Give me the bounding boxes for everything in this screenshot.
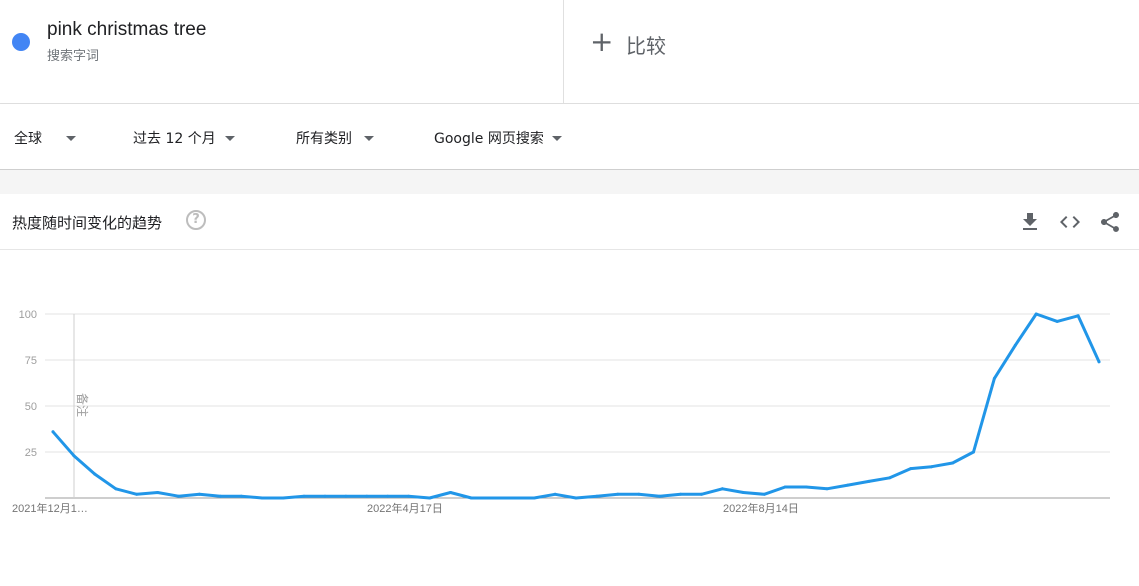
region-filter-label: 全球 (14, 131, 42, 147)
time-filter[interactable]: 过去 12 个月 (133, 128, 235, 148)
filter-bar: 全球 过去 12 个月 所有类别 Google 网页搜索 (0, 104, 1139, 170)
help-icon[interactable]: ? (186, 210, 206, 230)
compare-button[interactable]: + 比较 (564, 0, 1139, 104)
data-point (281, 496, 285, 500)
data-point (846, 483, 850, 487)
data-point (365, 494, 369, 498)
data-point (177, 494, 180, 498)
x-tick-label: 2021年12月1… (12, 501, 88, 515)
data-point (867, 479, 871, 483)
data-point (239, 494, 243, 498)
section-gap (0, 170, 1139, 194)
download-icon[interactable] (1018, 210, 1042, 234)
chevron-down-icon (224, 135, 235, 141)
property-filter-label: Google 网页搜索 (434, 131, 544, 147)
data-point (532, 496, 536, 500)
data-point (51, 430, 55, 434)
data-point (156, 491, 160, 494)
data-point (1076, 314, 1080, 318)
term-color-dot (12, 33, 30, 51)
region-filter[interactable]: 全球 (14, 128, 76, 148)
data-point (1055, 319, 1059, 323)
data-point (909, 467, 913, 471)
y-tick-label: 75 (25, 355, 37, 367)
data-point (407, 494, 411, 498)
y-tick-label: 50 (25, 401, 37, 413)
card-title: 热度随时间变化的趋势 (12, 214, 163, 232)
data-point (218, 494, 222, 498)
data-point (616, 492, 620, 496)
data-point (595, 494, 599, 498)
time-filter-label: 过去 12 个月 (133, 131, 216, 147)
data-point (930, 465, 934, 469)
data-point (93, 472, 97, 476)
data-point (762, 492, 766, 496)
data-point (1013, 343, 1017, 347)
data-point (469, 496, 473, 500)
interest-line-chart: 25 50 75 100 备注 2021年12月1… 2022年4月17日 2022年8月14… (12, 309, 1110, 515)
x-tick-label: 2022年8月14日 (723, 501, 799, 515)
compare-label: 比较 (626, 34, 666, 58)
x-tick-label: 2022年4月17日 (367, 501, 443, 515)
data-point (658, 494, 662, 498)
search-term-type: 搜索字词 (47, 49, 100, 64)
data-point (490, 496, 494, 500)
data-point (323, 494, 327, 498)
chevron-down-icon (364, 135, 374, 141)
data-point (428, 496, 432, 500)
data-point (804, 485, 808, 489)
data-point (1097, 360, 1101, 364)
chevron-down-icon (551, 135, 562, 141)
data-point (197, 492, 201, 496)
data-point (386, 494, 390, 498)
data-point (511, 496, 515, 500)
data-point (135, 492, 139, 496)
y-tick-label: 25 (25, 447, 37, 459)
category-filter[interactable]: 所有类别 (296, 128, 374, 148)
data-point (260, 496, 264, 500)
category-filter-label: 所有类别 (296, 131, 352, 147)
data-point (344, 494, 348, 498)
data-point (783, 485, 787, 489)
share-icon[interactable] (1098, 210, 1122, 234)
data-point (679, 492, 683, 496)
search-term-card[interactable]: pink christmas tree 搜索字词 (0, 0, 564, 104)
embed-code-icon[interactable] (1058, 210, 1082, 234)
interest-over-time-card: 热度随时间变化的趋势 ? 25 50 75 100 备注 2021年12月1… 2022年4… (0, 194, 1139, 580)
data-point (741, 491, 745, 494)
data-point (700, 492, 703, 496)
property-filter[interactable]: Google 网页搜索 (434, 128, 562, 148)
data-point (720, 487, 724, 491)
search-term-bar: pink christmas tree 搜索字词 + 比较 (0, 0, 1139, 104)
y-tick-label: 100 (19, 309, 37, 321)
note-marker-label: 备注 (75, 393, 90, 417)
search-term-name[interactable]: pink christmas tree (47, 19, 206, 41)
data-point (302, 494, 306, 498)
data-point (449, 491, 452, 494)
data-point (951, 461, 955, 465)
card-header: 热度随时间变化的趋势 ? (0, 194, 1139, 250)
data-point (553, 492, 557, 496)
data-point (972, 450, 975, 454)
data-point (1034, 312, 1038, 316)
data-point (637, 492, 641, 496)
data-point (72, 454, 76, 458)
data-point (888, 476, 892, 480)
data-point (992, 376, 996, 380)
data-point (574, 496, 578, 500)
plus-icon: + (590, 25, 614, 58)
data-point (114, 487, 118, 491)
data-point (825, 487, 829, 491)
chevron-down-icon (66, 135, 76, 141)
